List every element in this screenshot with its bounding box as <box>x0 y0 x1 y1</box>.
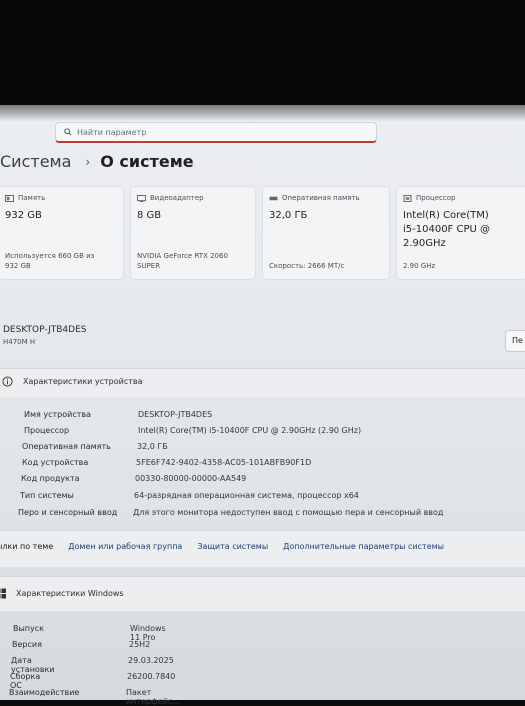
ram-icon <box>269 196 278 200</box>
card-title: Процессор <box>416 194 456 202</box>
link-domain-workgroup[interactable]: Домен или рабочая группа <box>68 542 182 551</box>
spec-label: Перо и сенсорный ввод <box>18 508 118 517</box>
display-adapter-icon <box>137 194 146 202</box>
spec-value: 5FE6F742-9402-4358-AC05-101ABFB90F1D <box>136 458 312 467</box>
card-gpu[interactable]: Видеоадаптер 8 GB NVIDIA GeForce RTX 206… <box>130 186 256 280</box>
monitor-bezel <box>0 105 525 121</box>
spec-label: Выпуск <box>13 624 44 633</box>
spec-label: Код продукта <box>21 474 80 483</box>
spec-value: DESKTOP-JTB4DES <box>138 410 213 419</box>
card-note: 2.90 GHz <box>403 262 436 270</box>
spec-label: Код устройства <box>22 458 89 467</box>
spec-value: 25H2 <box>129 640 151 649</box>
related-links: ылки по теме Домен или рабочая группа За… <box>0 542 459 551</box>
rename-button[interactable]: Пе <box>505 330 525 352</box>
storage-icon <box>5 194 14 202</box>
spec-label: Взаимодействие <box>9 688 80 697</box>
link-system-protection[interactable]: Защита системы <box>197 542 268 551</box>
search-input[interactable]: Найти параметр <box>55 122 377 143</box>
processor-icon <box>403 194 412 202</box>
spec-label: Процессор <box>24 426 70 435</box>
card-title: Память <box>18 194 46 202</box>
card-memory[interactable]: Память 932 GB Используется 660 GB из 932… <box>0 186 124 280</box>
windows-specs-header[interactable]: Характеристики Windows <box>0 588 124 599</box>
spec-value: Intel(R) Core(TM) i5-10400F CPU @ 2.90GH… <box>138 426 362 435</box>
chevron-right-icon: › <box>85 154 91 169</box>
device-model: H470M H <box>3 338 36 346</box>
card-title: Оперативная память <box>282 194 360 202</box>
breadcrumb: Система › О системе <box>0 152 194 171</box>
spec-value: 64-разрядная операционная система, проце… <box>134 491 359 500</box>
card-value: Intel(R) Core(TM) i5-10400F CPU @ 2.90GH… <box>403 210 491 249</box>
search-icon <box>64 128 72 136</box>
spec-value: Для этого монитора недоступен ввод с пом… <box>133 508 444 517</box>
card-note: Используется 660 GB из 932 GB <box>5 252 95 270</box>
spec-label: Имя устройства <box>24 410 92 419</box>
card-value: 8 GB <box>137 210 162 221</box>
dark-top-area <box>0 0 525 105</box>
device-specs-header[interactable]: Характеристики устройства <box>0 376 143 387</box>
card-ram[interactable]: Оперативная память 32,0 ГБ Скорость: 266… <box>262 186 390 280</box>
card-value: 932 GB <box>5 210 42 221</box>
device-name: DESKTOP-JTB4DES <box>3 325 87 335</box>
spec-value: 32,0 ГБ <box>137 442 168 451</box>
card-note: Скорость: 2666 МТ/с <box>269 262 345 270</box>
spec-label: Тип системы <box>20 491 74 500</box>
search-placeholder: Найти параметр <box>77 127 147 137</box>
windows-specs-title: Характеристики Windows <box>16 589 124 598</box>
spec-label: Версия <box>12 640 42 649</box>
spec-value: Пакет интерфейс... <box>126 688 181 706</box>
page-title: О системе <box>100 152 194 171</box>
link-advanced-system-settings[interactable]: Дополнительные параметры системы <box>283 542 444 551</box>
breadcrumb-parent[interactable]: Система <box>0 152 71 171</box>
info-icon <box>2 376 13 387</box>
card-cpu[interactable]: Процессор Intel(R) Core(TM) i5-10400F CP… <box>396 186 525 280</box>
device-specs-title: Характеристики устройства <box>23 377 143 386</box>
card-title: Видеоадаптер <box>150 194 204 202</box>
spec-value: 00330-80000-00000-AA549 <box>135 474 247 483</box>
card-value: 32,0 ГБ <box>269 210 308 221</box>
spec-value: 26200.7840 <box>127 672 176 681</box>
spec-value: 29.03.2025 <box>128 656 174 665</box>
spec-label: Оперативная память <box>22 442 111 451</box>
card-note: NVIDIA GeForce RTX 2060 SUPER <box>137 252 228 270</box>
windows-logo-icon <box>0 588 6 599</box>
related-links-label: ылки по теме <box>0 542 54 551</box>
